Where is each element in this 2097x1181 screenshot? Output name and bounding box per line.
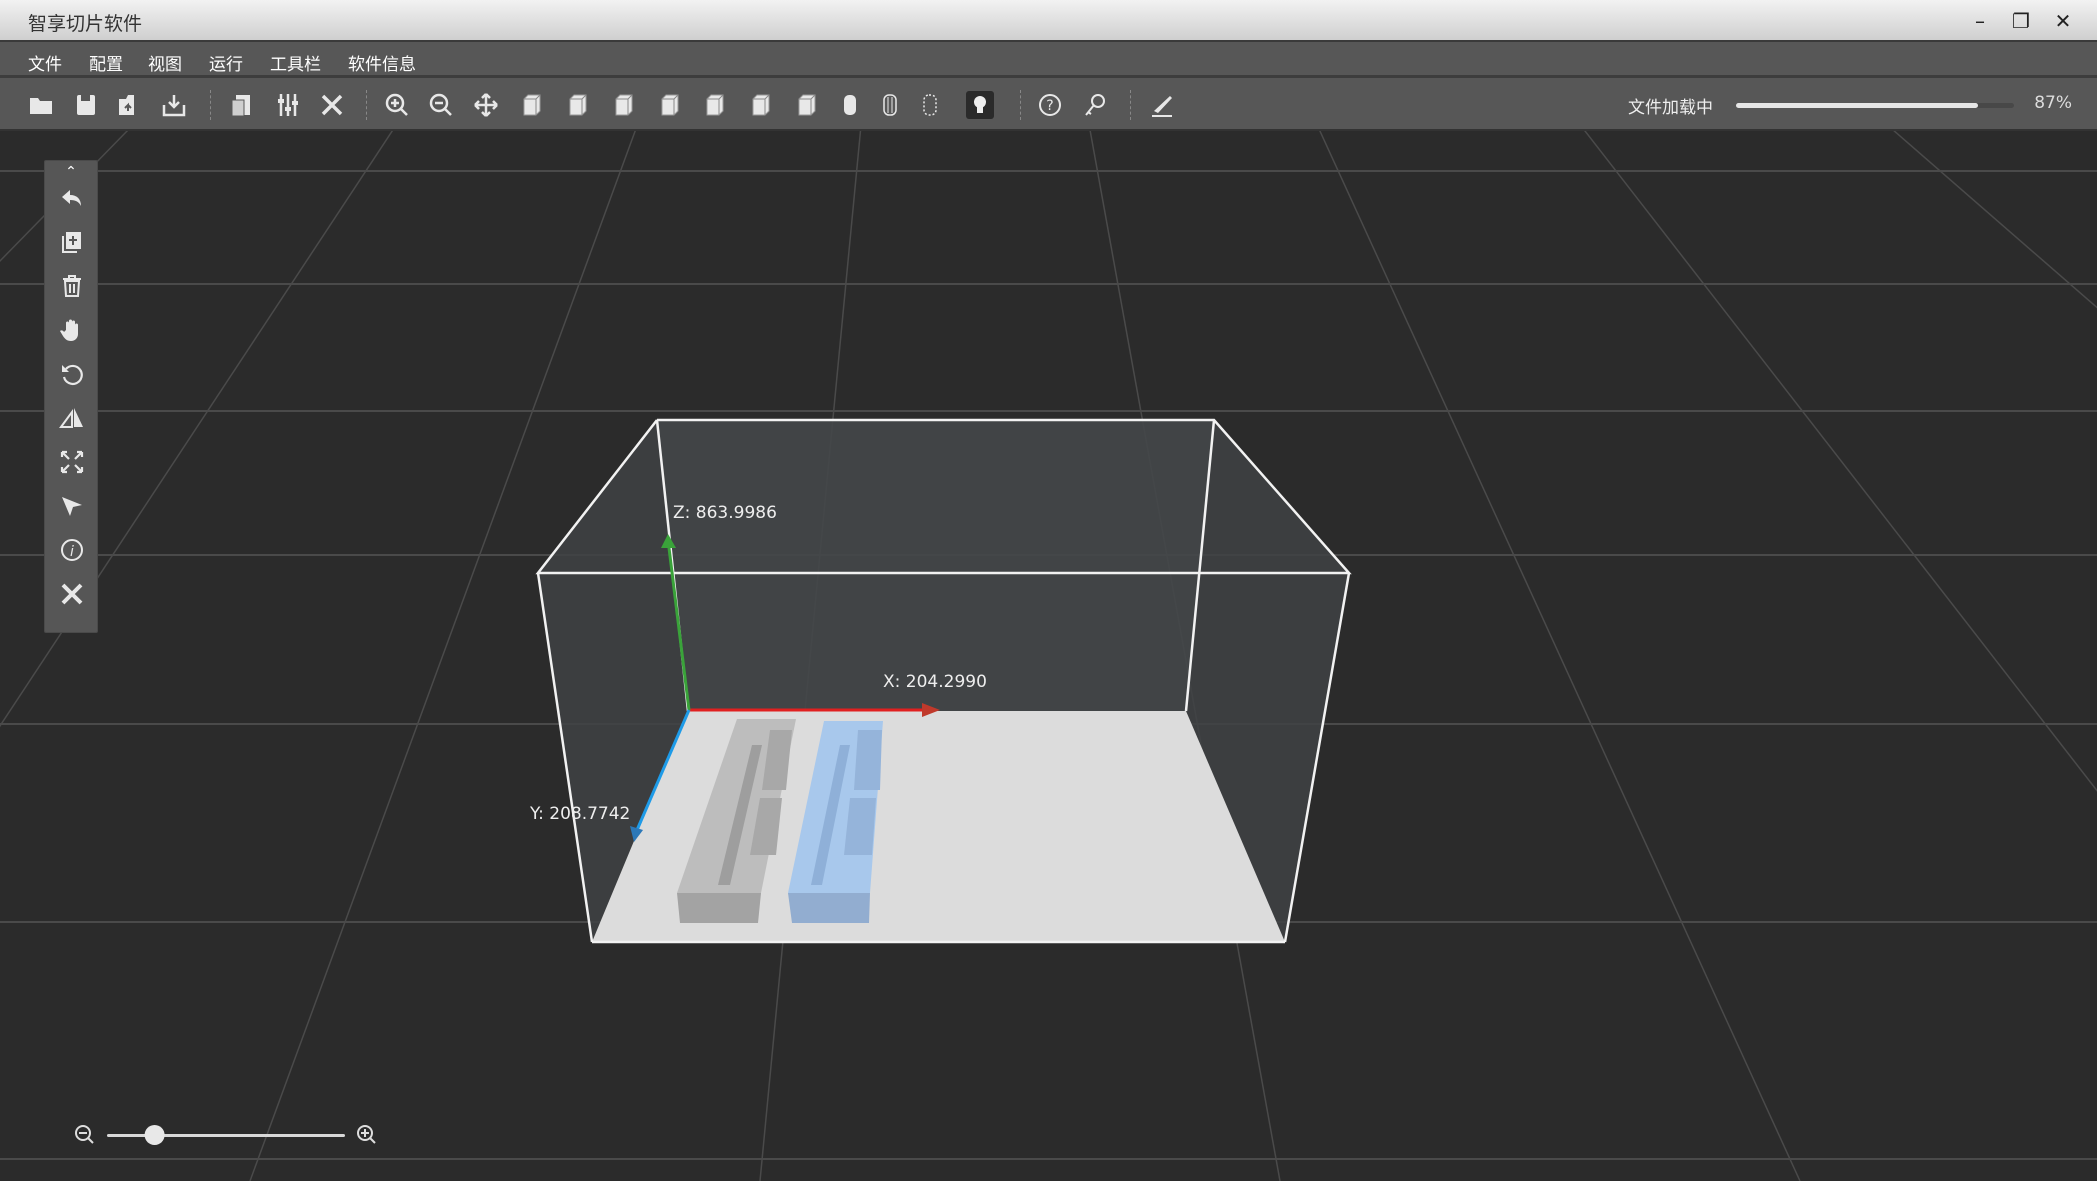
loading-percent: 87% [2034, 93, 2072, 113]
menu-software-info[interactable]: 软件信息 [348, 50, 416, 75]
light-bulb-icon[interactable] [963, 88, 997, 122]
hand-pan-icon[interactable] [55, 313, 89, 347]
adjust-sliders-icon[interactable] [271, 88, 305, 122]
view-front-cube-icon[interactable] [515, 88, 549, 122]
loading-label: 文件加载中 [1628, 98, 1713, 118]
left-tool-panel: ⌃ i [44, 160, 98, 633]
y-dimension-label: Y: 208.7742 [530, 804, 631, 824]
view-top-cube-icon[interactable] [698, 88, 732, 122]
restore-button[interactable]: ❐ [2003, 6, 2039, 36]
build-volume-back-wall [657, 420, 1214, 711]
window-title: 智享切片软件 [28, 13, 143, 35]
fit-expand-icon[interactable] [55, 445, 89, 479]
key-icon[interactable] [1078, 88, 1112, 122]
save-icon[interactable] [69, 88, 103, 122]
zoom-slider-track[interactable] [107, 1134, 345, 1137]
z-dimension-label: Z: 863.9986 [673, 503, 777, 523]
zoom-slider-handle[interactable] [144, 1125, 165, 1145]
mirror-scale-icon[interactable] [55, 401, 89, 435]
close-button[interactable]: ✕ [2045, 6, 2081, 36]
minimize-button[interactable]: – [1962, 6, 1998, 36]
view-left-cube-icon[interactable] [607, 88, 641, 122]
3d-viewport[interactable]: Z: 863.9986 X: 204.2990 Y: 208.7742 [0, 131, 2097, 1181]
import-icon[interactable] [157, 88, 191, 122]
select-pointer-icon[interactable] [55, 489, 89, 523]
progress-fill [1736, 103, 1978, 108]
help-icon[interactable]: ? [1033, 88, 1067, 122]
view-right-cube-icon[interactable] [653, 88, 687, 122]
zoom-out-icon[interactable] [75, 1125, 94, 1144]
cylinder-wire-icon[interactable] [873, 88, 907, 122]
delete-icon[interactable] [55, 269, 89, 303]
menu-bar: 文件 配置 视图 运行 工具栏 软件信息 [0, 42, 2097, 78]
collapse-panel-button[interactable]: ⌃ [45, 161, 97, 181]
menu-run[interactable]: 运行 [209, 50, 243, 75]
zoom-in-icon[interactable] [380, 88, 414, 122]
svg-text:i: i [70, 544, 74, 560]
loading-progress-bar [1736, 103, 2014, 108]
scalpel-icon[interactable] [1145, 88, 1179, 122]
x-dimension-label: X: 204.2990 [883, 672, 987, 692]
svg-text:?: ? [1046, 98, 1053, 114]
slice-settings-icon[interactable] [225, 88, 259, 122]
view-iso-cube-icon[interactable] [790, 88, 824, 122]
zoom-slider-bar [70, 1118, 390, 1152]
copy-add-icon[interactable] [55, 225, 89, 259]
cylinder-solid-icon[interactable] [833, 88, 867, 122]
toolbar: ? 文件加载中 87% [0, 78, 2097, 131]
title-bar: 智享切片软件 – ❐ ✕ [0, 0, 2097, 42]
toolbar-separator [1130, 90, 1131, 120]
view-bottom-cube-icon[interactable] [744, 88, 778, 122]
repair-tools-icon[interactable] [55, 577, 89, 611]
view-back-cube-icon[interactable] [561, 88, 595, 122]
tools-icon[interactable] [315, 88, 349, 122]
menu-toolbar[interactable]: 工具栏 [270, 50, 321, 75]
zoom-out-icon[interactable] [424, 88, 458, 122]
menu-view[interactable]: 视图 [148, 50, 182, 75]
rotate-icon[interactable] [55, 357, 89, 391]
toolbar-separator [1020, 90, 1021, 120]
undo-icon[interactable] [55, 181, 89, 215]
menu-config[interactable]: 配置 [89, 50, 123, 75]
toolbar-separator [210, 90, 211, 120]
cylinder-dotted-icon[interactable] [913, 88, 947, 122]
info-icon[interactable]: i [55, 533, 89, 567]
move-icon[interactable] [469, 88, 503, 122]
menu-file[interactable]: 文件 [28, 50, 62, 75]
open-folder-icon[interactable] [24, 88, 58, 122]
toolbar-separator [366, 90, 367, 120]
save-as-icon[interactable] [111, 88, 145, 122]
zoom-in-icon[interactable] [357, 1125, 376, 1144]
